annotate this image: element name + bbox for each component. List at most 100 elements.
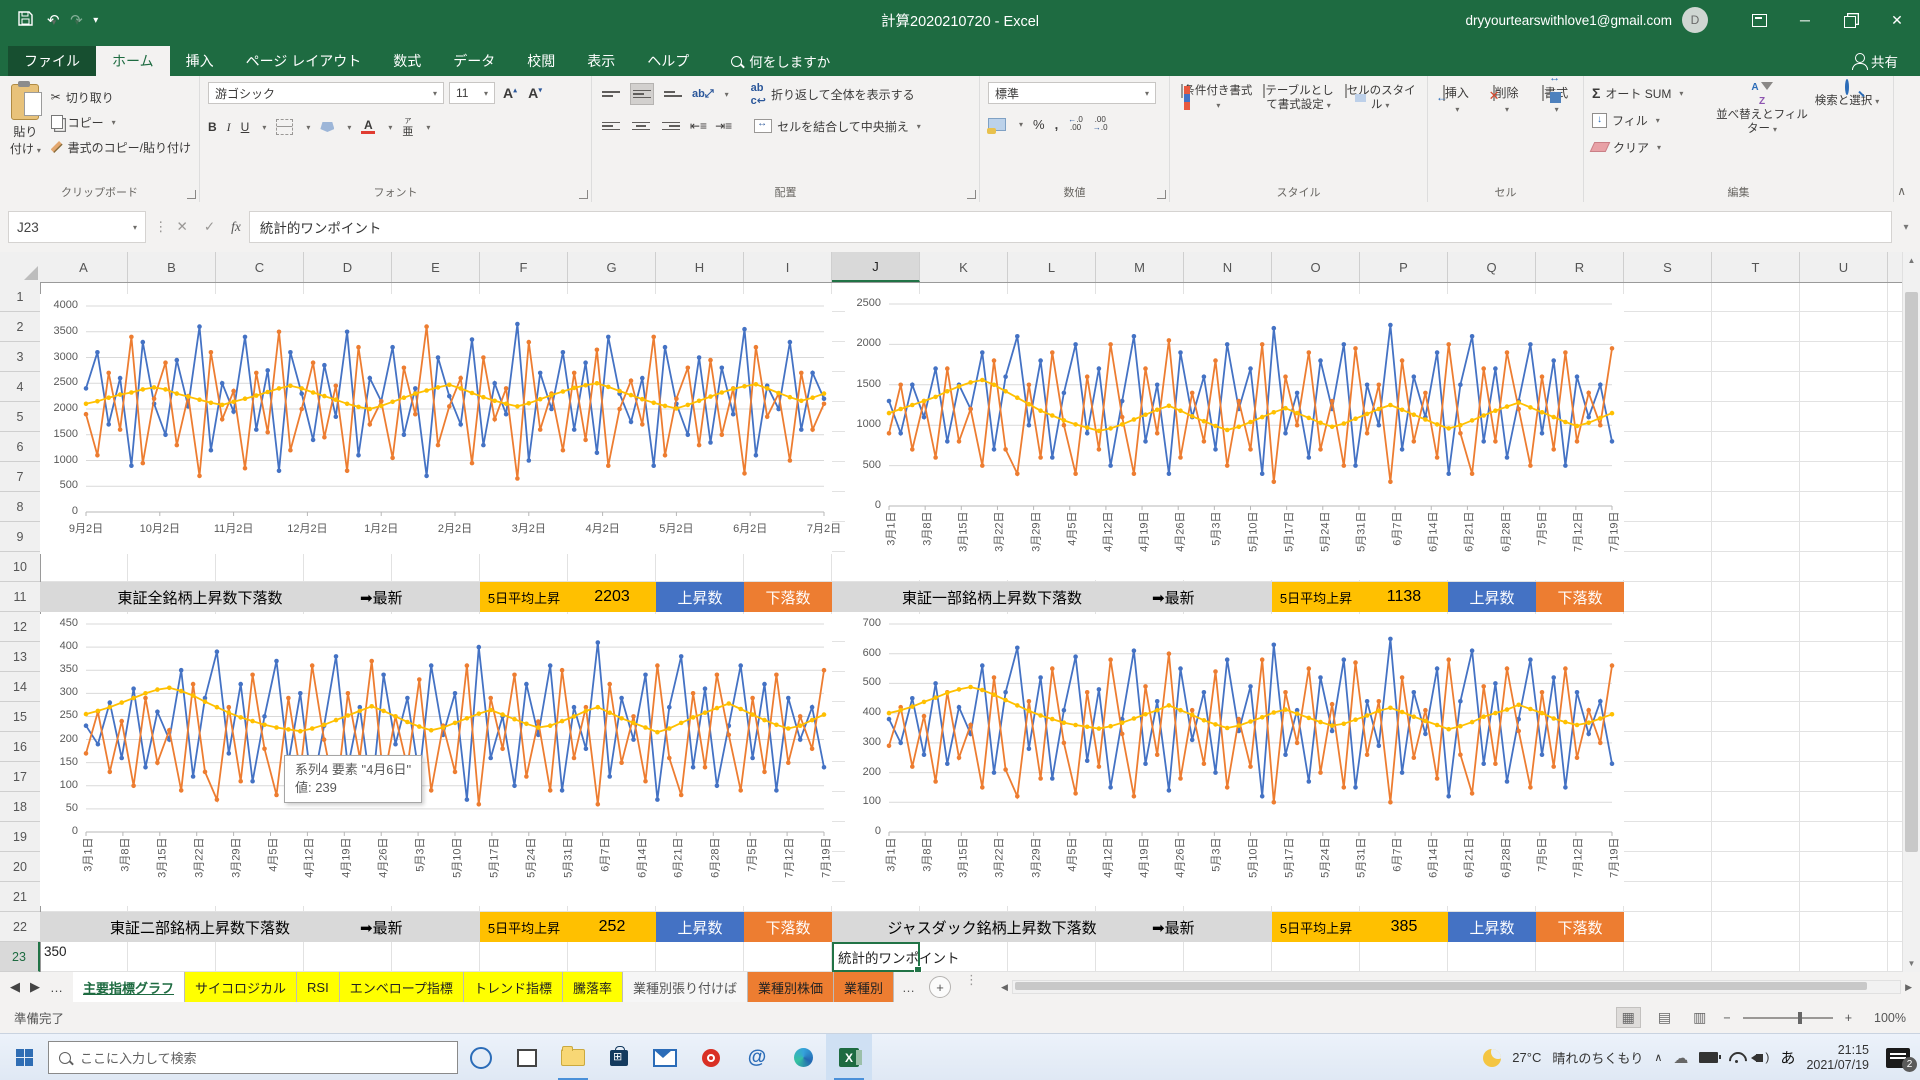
clear-button[interactable]: クリア▾ <box>1592 136 1710 158</box>
selected-cell-j23[interactable]: 統計的ワンポイント <box>832 942 920 972</box>
row-header-16[interactable]: 16 <box>0 732 40 762</box>
ribbon-tab-データ[interactable]: データ <box>437 46 511 76</box>
sheet-tab-トレンド指標[interactable]: トレンド指標 <box>464 972 563 1002</box>
sheet-nav-left-icon[interactable]: ◀ <box>10 979 20 995</box>
account-avatar[interactable]: D <box>1682 7 1708 33</box>
ribbon-tab-表示[interactable]: 表示 <box>571 46 631 76</box>
ribbon-tab-校閲[interactable]: 校閲 <box>511 46 571 76</box>
row-header-12[interactable]: 12 <box>0 612 40 642</box>
column-header-S[interactable]: S <box>1624 252 1712 282</box>
bold-button[interactable]: B <box>208 120 217 134</box>
battery-icon[interactable] <box>1699 1052 1718 1063</box>
at-app-button[interactable]: @ <box>734 1034 780 1080</box>
clock[interactable]: 21:15 2021/07/19 <box>1806 1043 1869 1073</box>
select-all-corner[interactable] <box>0 252 41 283</box>
clipboard-dialog-launcher[interactable] <box>187 190 196 199</box>
formula-bar-splitter[interactable]: ⋮ <box>154 219 169 235</box>
name-box[interactable]: J23▾ <box>8 211 146 243</box>
minimize-button[interactable]: ─ <box>1782 0 1828 40</box>
ribbon-tab-ファイル[interactable]: ファイル <box>8 46 96 76</box>
font-name-select[interactable]: 游ゴシック▾ <box>208 82 444 104</box>
column-header-Q[interactable]: Q <box>1448 252 1536 282</box>
save-icon[interactable] <box>18 11 33 30</box>
row-header-4[interactable]: 4 <box>0 372 40 402</box>
ribbon-tab-ページ レイアウト[interactable]: ページ レイアウト <box>230 46 378 76</box>
close-button[interactable]: ✕ <box>1874 0 1920 40</box>
zoom-slider-thumb[interactable] <box>1798 1012 1802 1024</box>
chart-tosho-second[interactable]: 0501001502002503003504004503月1日3月8日3月15日… <box>40 614 832 906</box>
column-header-G[interactable]: G <box>568 252 656 282</box>
row-header-3[interactable]: 3 <box>0 342 40 372</box>
column-header-H[interactable]: H <box>656 252 744 282</box>
page-break-view-icon[interactable]: ▥ <box>1688 1008 1711 1027</box>
weather-temp[interactable]: 27°C <box>1512 1050 1541 1065</box>
row-header-9[interactable]: 9 <box>0 522 40 552</box>
task-view-button[interactable] <box>504 1034 550 1080</box>
zoom-in-icon[interactable]: + <box>1845 1011 1852 1025</box>
fill-button[interactable]: ↓フィル▾ <box>1592 109 1710 131</box>
sheet-tab-業種別張り付けば[interactable]: 業種別張り付けば <box>623 972 748 1002</box>
row-header-22[interactable]: 22 <box>0 912 40 942</box>
percent-button[interactable]: % <box>1033 117 1045 132</box>
alignment-dialog-launcher[interactable] <box>967 190 976 199</box>
ribbon-tab-ホーム[interactable]: ホーム <box>96 46 170 76</box>
start-button[interactable] <box>0 1034 48 1080</box>
customize-quick-access-icon[interactable]: ▾ <box>93 15 98 26</box>
autosum-button[interactable]: Σオート SUM▾ <box>1592 82 1710 104</box>
sheet-tab-業種別[interactable]: 業種別 <box>834 972 894 1002</box>
expand-formula-bar-icon[interactable]: ▾ <box>1892 222 1920 233</box>
tabbar-splitter[interactable]: ⋮ <box>965 972 979 1002</box>
conditional-formatting-button[interactable]: 条件付き書式▾ <box>1178 84 1256 182</box>
zoom-out-icon[interactable]: − <box>1723 1011 1730 1025</box>
weather-icon[interactable] <box>1483 1049 1501 1067</box>
edge-button[interactable] <box>780 1034 826 1080</box>
account-email[interactable]: dryyourtearswithlove1@gmail.com <box>1465 13 1672 28</box>
column-header-O[interactable]: O <box>1272 252 1360 282</box>
row-header-6[interactable]: 6 <box>0 432 40 462</box>
row-header-5[interactable]: 5 <box>0 402 40 432</box>
zoom-level[interactable]: 100% <box>1864 1011 1906 1025</box>
align-bottom-button[interactable] <box>662 84 684 104</box>
onedrive-icon[interactable]: ☁ <box>1673 1049 1688 1067</box>
row-header-23[interactable]: 23 <box>0 942 40 972</box>
column-header-U[interactable]: U <box>1800 252 1888 282</box>
column-header-N[interactable]: N <box>1184 252 1272 282</box>
phonetic-guide-button[interactable]: ア亜 <box>402 116 413 138</box>
ribbon-tab-数式[interactable]: 数式 <box>377 46 437 76</box>
vertical-scrollbar[interactable]: ▲ ▼ <box>1902 252 1920 972</box>
chart-tosho-first[interactable]: 050010001500200025003月1日3月8日3月15日3月22日3月… <box>845 294 1624 580</box>
format-painter-button[interactable]: 書式のコピー/貼り付け <box>51 136 191 158</box>
copy-button[interactable]: コピー▾ <box>51 111 191 133</box>
formula-input[interactable]: 統計的ワンポイント <box>249 211 1892 243</box>
align-left-button[interactable] <box>600 116 622 136</box>
taskbar-search-input[interactable]: ここに入力して検索 <box>48 1041 458 1074</box>
scroll-right-icon[interactable]: ▶ <box>1901 982 1916 993</box>
number-format-select[interactable]: 標準▾ <box>988 82 1156 104</box>
restore-button[interactable] <box>1828 0 1874 40</box>
confirm-entry-icon[interactable]: ✓ <box>204 219 215 235</box>
sheet-overflow-left[interactable]: … <box>50 980 63 995</box>
sheet-tab-エンベロープ指標[interactable]: エンベロープ指標 <box>340 972 464 1002</box>
column-header-L[interactable]: L <box>1008 252 1096 282</box>
orientation-button[interactable]: ab⤢ <box>692 88 714 101</box>
font-color-button[interactable]: A <box>361 120 375 134</box>
column-header-C[interactable]: C <box>216 252 304 282</box>
show-hidden-icons-icon[interactable]: ∧ <box>1654 1051 1662 1064</box>
vertical-scroll-thumb[interactable] <box>1905 292 1918 852</box>
merge-center-button[interactable]: セルを結合して中央揃え▾ <box>754 118 921 135</box>
font-size-select[interactable]: 11▾ <box>449 82 495 104</box>
decrease-decimal-button[interactable]: .00→.0 <box>1093 116 1108 132</box>
insert-function-icon[interactable]: fx <box>231 219 241 235</box>
tell-me-search[interactable]: 何をしますか <box>731 46 830 76</box>
cell-styles-button[interactable]: セルのスタイル▾ <box>1341 84 1419 182</box>
borders-icon[interactable] <box>276 119 293 135</box>
font-dialog-launcher[interactable] <box>579 190 588 199</box>
paste-button[interactable]: 貼り付け▾ <box>8 82 43 182</box>
normal-view-icon[interactable]: ▦ <box>1616 1007 1641 1028</box>
column-header-I[interactable]: I <box>744 252 832 282</box>
find-select-button[interactable]: 検索と選択▾ <box>1814 80 1880 182</box>
sheet-tab-騰落率[interactable]: 騰落率 <box>563 972 623 1002</box>
ribbon-display-options-button[interactable] <box>1736 0 1782 40</box>
align-top-button[interactable] <box>600 84 622 104</box>
sheet-tab-主要指標グラフ[interactable]: 主要指標グラフ <box>73 972 185 1002</box>
